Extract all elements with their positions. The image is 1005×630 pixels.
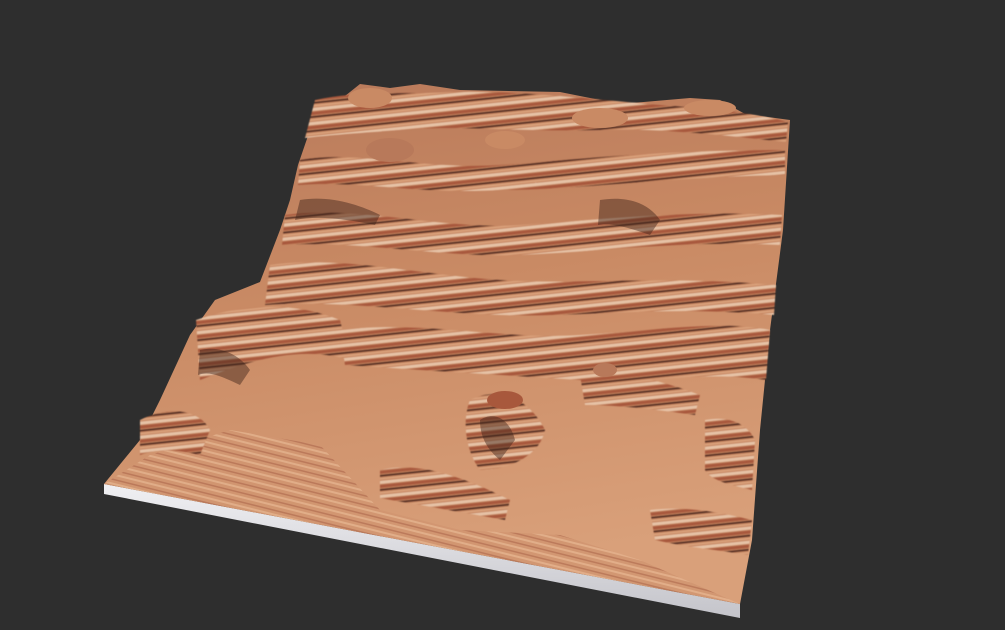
terrain-render[interactable]	[0, 0, 1005, 630]
3d-viewport[interactable]	[0, 0, 1005, 630]
